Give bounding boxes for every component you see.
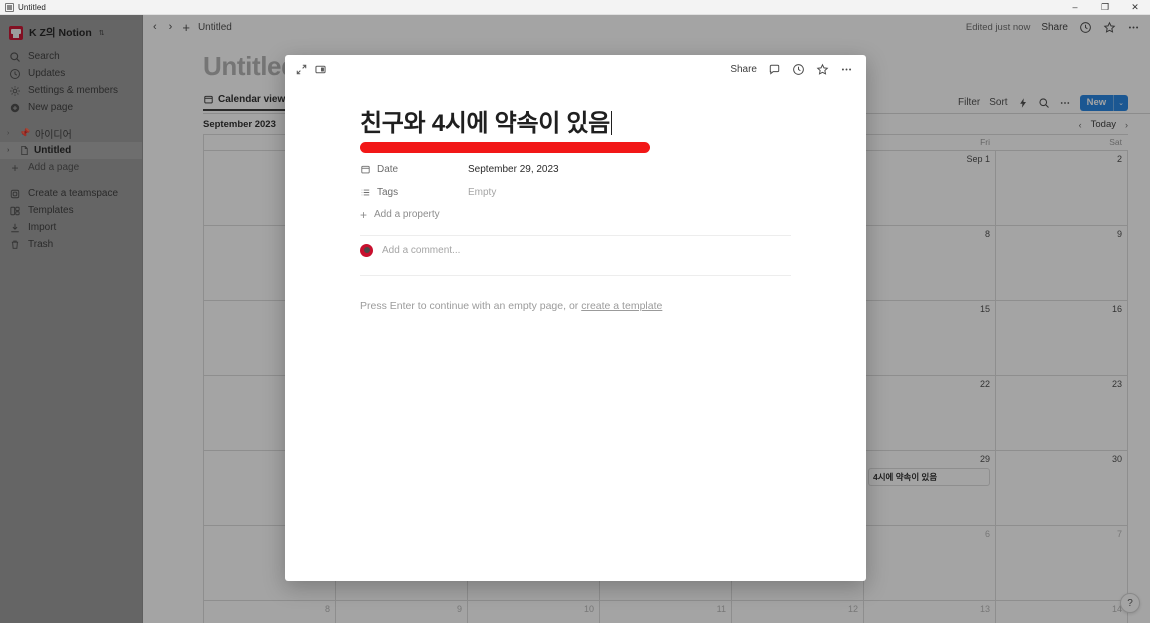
red-highlight-annotation	[360, 142, 650, 153]
share-button[interactable]: Share	[730, 64, 757, 75]
app-icon	[5, 3, 14, 12]
property-key[interactable]: Tags	[360, 187, 468, 198]
window-title: Untitled	[18, 3, 46, 12]
comment-placeholder: Add a comment...	[382, 245, 460, 256]
property-row-date: Date September 29, 2023	[360, 158, 791, 181]
note-title[interactable]: 친구와 4시에 약속이 있음	[360, 110, 610, 138]
modal-body: 친구와 4시에 약속이 있음 Date September 29, 2023	[285, 84, 866, 312]
create-template-link[interactable]: create a template	[581, 300, 662, 312]
add-comment-row[interactable]: Add a comment...	[360, 236, 791, 266]
hint-text: Press Enter to continue with an empty pa…	[360, 300, 581, 312]
property-key-label: Date	[377, 164, 398, 175]
close-button[interactable]: ✕	[1120, 0, 1150, 15]
maximize-button[interactable]: ❐	[1090, 0, 1120, 15]
property-row-tags: Tags Empty	[360, 181, 791, 204]
app-root: Untitled – ❐ ✕ K Z의 Notion ⇅ Search Upda…	[0, 0, 1150, 623]
calendar-icon	[360, 164, 371, 175]
property-value-date[interactable]: September 29, 2023	[468, 164, 559, 175]
side-peek-icon[interactable]	[314, 63, 327, 76]
more-icon[interactable]	[840, 63, 853, 76]
window-title-bar: Untitled – ❐ ✕	[0, 0, 1150, 15]
comment-icon[interactable]	[768, 63, 781, 76]
page-peek-modal: Share 친구와 4시에 약속이 있음	[285, 55, 866, 581]
avatar	[360, 244, 373, 257]
add-property-button[interactable]: + Add a property	[360, 204, 791, 226]
property-key-label: Tags	[377, 187, 398, 198]
star-icon[interactable]	[816, 63, 829, 76]
minimize-button[interactable]: –	[1060, 0, 1090, 15]
property-key[interactable]: Date	[360, 164, 468, 175]
modal-actions: Share	[730, 63, 853, 76]
property-value-tags[interactable]: Empty	[468, 187, 496, 198]
property-list: Date September 29, 2023 Tags Empty + A	[360, 158, 791, 226]
expand-icon[interactable]	[295, 63, 308, 76]
divider-2	[360, 275, 791, 276]
note-title-wrapper[interactable]: 친구와 4시에 약속이 있음	[360, 110, 791, 138]
list-icon	[360, 187, 371, 198]
empty-page-hint: Press Enter to continue with an empty pa…	[360, 300, 791, 312]
clock-icon[interactable]	[792, 63, 805, 76]
text-cursor	[611, 111, 613, 135]
window-controls: – ❐ ✕	[1060, 0, 1150, 15]
modal-toolbar: Share	[285, 55, 866, 84]
add-property-label: Add a property	[374, 209, 440, 220]
plus-icon: +	[360, 209, 367, 221]
